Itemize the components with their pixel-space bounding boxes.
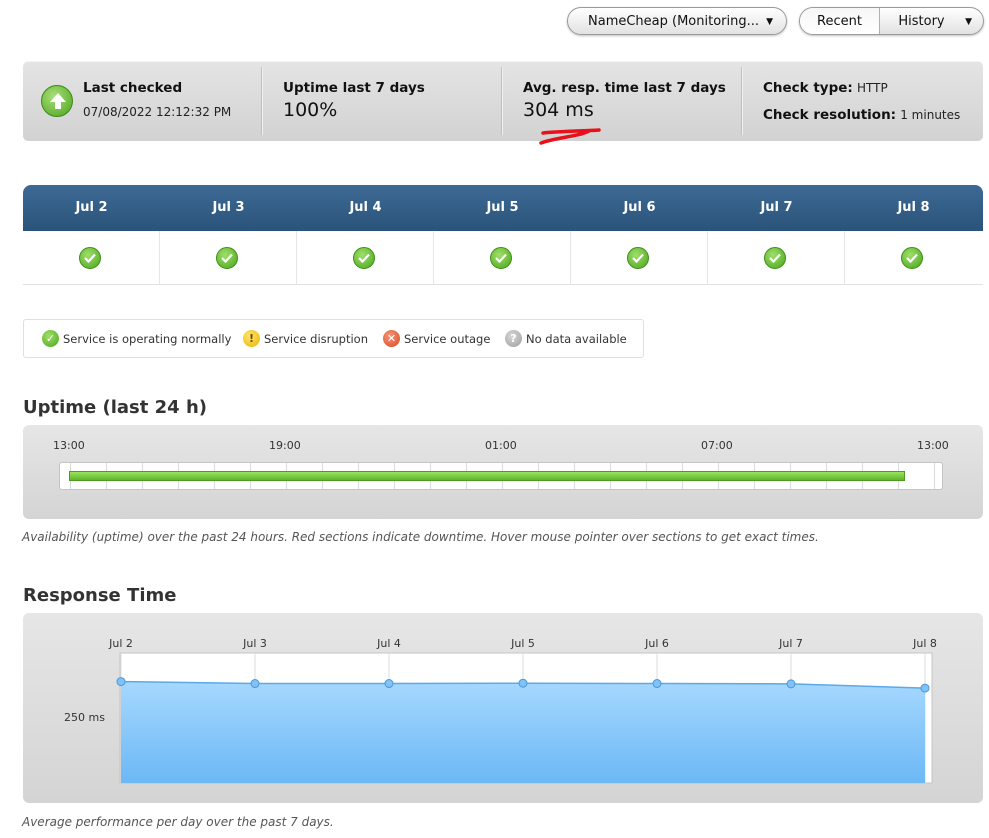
- x-tick-label: Jul 8: [912, 637, 937, 650]
- check-icon: [627, 247, 649, 269]
- x-tick-label: Jul 6: [644, 637, 669, 650]
- legend-item-outage: ✕ Service outage: [383, 330, 490, 347]
- day-status-cell[interactable]: [845, 231, 982, 285]
- x-tick-label: Jul 2: [108, 637, 133, 650]
- uptime-panel: 13:00 19:00 01:00 07:00 13:00: [23, 425, 983, 519]
- divider: [741, 67, 742, 135]
- uptime-value: 100%: [283, 99, 338, 121]
- response-point: [652, 679, 662, 689]
- legend-label: Service disruption: [264, 331, 368, 346]
- legend-label: Service outage: [404, 331, 491, 346]
- check-icon: [490, 247, 512, 269]
- days-status-row: [23, 231, 983, 285]
- divider: [261, 67, 262, 135]
- status-up-icon: [41, 85, 73, 117]
- recent-button[interactable]: Recent: [800, 8, 880, 34]
- legend-label: Service is operating normally: [63, 331, 232, 346]
- legend-item-nodata: ? No data available: [505, 330, 627, 347]
- legend-item-ok: ✓ Service is operating normally: [42, 330, 231, 347]
- warning-icon: !: [243, 330, 260, 347]
- response-time-label: Avg. resp. time last 7 days: [523, 80, 726, 96]
- days-header: Jul 2 Jul 3 Jul 4 Jul 5 Jul 6 Jul 7 Jul 8: [23, 185, 983, 231]
- uptime-tick-label: 01:00: [485, 439, 517, 452]
- last-checked-label: Last checked: [83, 80, 183, 96]
- check-icon: ✓: [42, 330, 59, 347]
- response-point: [920, 683, 930, 693]
- chevron-down-icon: ▼: [766, 17, 773, 27]
- x-tick-label: Jul 5: [510, 637, 535, 650]
- chevron-down-icon: ▼: [965, 17, 972, 27]
- day-status-cell[interactable]: [571, 231, 708, 285]
- view-toggle: Recent History ▼: [799, 7, 984, 35]
- day-header: Jul 3: [212, 200, 245, 215]
- response-time-value: 304 ms: [523, 99, 594, 121]
- last-checked-value: 07/08/2022 12:12:32 PM: [83, 105, 232, 119]
- day-header: Jul 7: [760, 200, 793, 215]
- day-status-cell[interactable]: [23, 231, 160, 285]
- uptime-note: Availability (uptime) over the past 24 h…: [22, 530, 819, 544]
- close-icon: ✕: [383, 330, 400, 347]
- day-status-cell[interactable]: [297, 231, 434, 285]
- uptime-tick-label: 13:00: [917, 439, 949, 452]
- response-point: [116, 677, 126, 687]
- day-status-cell[interactable]: [434, 231, 571, 285]
- response-note: Average performance per day over the pas…: [22, 815, 334, 829]
- check-icon: [901, 247, 923, 269]
- day-header: Jul 6: [623, 200, 656, 215]
- red-underline-annotation: [539, 128, 601, 145]
- response-time-title: Response Time: [23, 585, 177, 606]
- check-icon: [79, 247, 101, 269]
- check-icon: [216, 247, 238, 269]
- response-area: [121, 681, 925, 783]
- check-resolution-value: 1 minutes: [900, 108, 961, 122]
- day-header: Jul 8: [897, 200, 930, 215]
- response-point: [518, 678, 528, 688]
- uptime-tick-label: 13:00: [53, 439, 85, 452]
- day-header: Jul 2: [75, 200, 108, 215]
- legend-label: No data available: [526, 331, 627, 346]
- response-point: [384, 679, 394, 689]
- response-panel: Jul 2 Jul 3 Jul 4 Jul 5 Jul 6 Jul 7 Jul 8 250 m…: [23, 613, 983, 803]
- response-point: [786, 679, 796, 689]
- uptime-timeline[interactable]: [59, 462, 943, 490]
- check-resolution-label: Check resolution:: [763, 107, 897, 123]
- day-status-cell[interactable]: [708, 231, 845, 285]
- response-time-chart: Jul 2 Jul 3 Jul 4 Jul 5 Jul 6 Jul 7 Jul 8 250 m…: [64, 637, 937, 784]
- question-icon: ?: [505, 330, 522, 347]
- uptime-tick-label: 07:00: [701, 439, 733, 452]
- check-type-label: Check type:: [763, 80, 853, 96]
- response-point: [250, 679, 260, 689]
- check-icon: [764, 247, 786, 269]
- x-tick-label: Jul 3: [242, 637, 267, 650]
- history-label: History: [898, 13, 945, 29]
- divider: [501, 67, 502, 135]
- legend-item-disruption: ! Service disruption: [243, 330, 368, 347]
- day-header: Jul 4: [349, 200, 382, 215]
- check-type-value: HTTP: [856, 81, 888, 95]
- uptime-title: Uptime (last 24 h): [23, 397, 207, 418]
- uptime-label: Uptime last 7 days: [283, 80, 425, 96]
- uptime-tick-label: 19:00: [269, 439, 301, 452]
- monitor-select-label: NameCheap (Monitoring...: [588, 13, 760, 29]
- x-tick-label: Jul 4: [376, 637, 401, 650]
- day-status-cell[interactable]: [160, 231, 297, 285]
- day-header: Jul 5: [486, 200, 519, 215]
- summary-bar: Last checked 07/08/2022 12:12:32 PM Upti…: [23, 61, 983, 145]
- y-tick-label: 250 ms: [64, 711, 105, 724]
- uptime-gridline: [934, 463, 935, 489]
- monitor-select[interactable]: NameCheap (Monitoring... ▼: [567, 7, 787, 35]
- status-legend: ✓ Service is operating normally ! Servic…: [23, 319, 644, 358]
- x-tick-label: Jul 7: [778, 637, 803, 650]
- check-icon: [353, 247, 375, 269]
- uptime-bar[interactable]: [69, 471, 905, 481]
